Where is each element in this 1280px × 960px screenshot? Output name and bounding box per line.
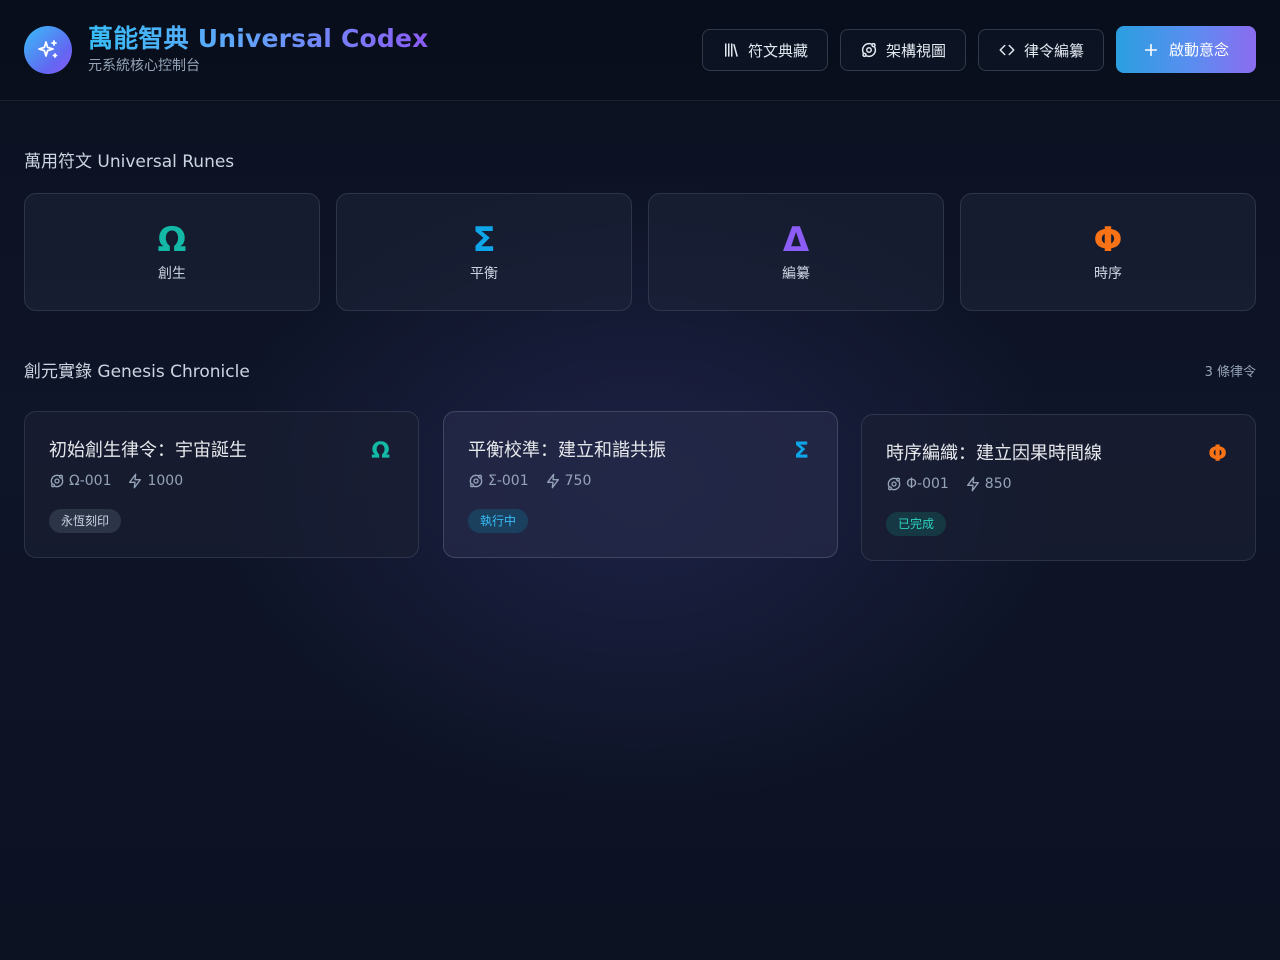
- law-compile-button[interactable]: 律令編纂: [978, 29, 1104, 71]
- rune-label: 平衡: [470, 266, 498, 282]
- phi-rune-icon: Φ: [1093, 220, 1123, 260]
- law-code-value: Σ-001: [488, 473, 529, 489]
- nav-label: 架構視圖: [885, 41, 946, 60]
- law-energy: 1000: [127, 473, 183, 489]
- app-subtitle: 元系統核心控制台: [88, 58, 200, 74]
- law-title: 平衡校準：建立和諧共振: [468, 440, 666, 461]
- lightning-icon: [546, 473, 559, 489]
- law-energy: 750: [545, 473, 592, 489]
- rune-card-compile[interactable]: Δ 編纂: [648, 193, 944, 311]
- lightning-icon: [129, 473, 142, 489]
- nav-label: 律令編纂: [1023, 41, 1084, 60]
- law-energy-value: 1000: [147, 473, 184, 489]
- nav-label: 符文典藏: [747, 41, 808, 60]
- law-title: 初始創生律令：宇宙誕生: [49, 440, 247, 461]
- architecture-view-button[interactable]: 架構視圖: [840, 29, 966, 71]
- primary-label: 啟動意念: [1168, 41, 1229, 59]
- rune-label: 編纂: [782, 266, 810, 282]
- activate-intent-button[interactable]: 啟動意念: [1116, 26, 1256, 73]
- lightning-icon: [966, 476, 979, 492]
- law-card[interactable]: 平衡校準：建立和諧共振 Σ Σ-001 750 執行中: [443, 411, 838, 558]
- law-code: Φ-001: [886, 476, 949, 492]
- orbit-icon: [469, 474, 483, 488]
- phi-glyph-icon: Φ: [1208, 442, 1227, 467]
- sigma-rune-icon: Σ: [472, 220, 496, 260]
- law-card[interactable]: 初始創生律令：宇宙誕生 Ω Ω-001 1000 永恆刻印: [24, 411, 419, 558]
- chronicle-section-title: 創元實錄 Genesis Chronicle: [24, 362, 250, 382]
- rune-card-creation[interactable]: Ω 創生: [24, 193, 320, 311]
- app-logo: [24, 26, 72, 74]
- status-badge: 已完成: [886, 512, 947, 536]
- rune-card-timeline[interactable]: Φ 時序: [960, 193, 1256, 311]
- law-code-value: Φ-001: [906, 476, 949, 492]
- law-code: Σ-001: [468, 473, 529, 489]
- sigma-glyph-icon: Σ: [793, 439, 809, 464]
- delta-rune-icon: Δ: [782, 220, 810, 260]
- orbit-icon: [50, 474, 64, 488]
- law-energy: 850: [965, 476, 1012, 492]
- law-meta: Σ-001 750: [468, 473, 607, 489]
- library-icon: [724, 43, 738, 57]
- law-code: Ω-001: [49, 473, 111, 489]
- law-meta: Ω-001 1000: [49, 473, 199, 489]
- law-count: 3 條律令: [1204, 365, 1256, 380]
- runes-section-title: 萬用符文 Universal Runes: [24, 152, 235, 172]
- orbit-icon: [861, 42, 877, 58]
- rune-label: 時序: [1094, 266, 1122, 282]
- status-badge: 永恆刻印: [49, 509, 122, 533]
- app-title: 萬能智典 Universal Codex: [88, 24, 429, 53]
- rune-card-balance[interactable]: Σ 平衡: [336, 193, 632, 311]
- law-energy-value: 850: [984, 476, 1012, 492]
- rune-label: 創生: [158, 266, 186, 282]
- plus-icon: [1144, 43, 1158, 56]
- law-card[interactable]: 時序編織：建立因果時間線 Φ Φ-001 850 已完成: [861, 414, 1256, 561]
- law-meta: Φ-001 850: [886, 476, 1028, 492]
- omega-rune-icon: Ω: [157, 220, 187, 260]
- law-title: 時序編織：建立因果時間線: [886, 443, 1102, 464]
- title-block: 萬能智典 Universal Codex 元系統核心控制台: [88, 24, 428, 75]
- code-icon: [999, 44, 1015, 56]
- law-energy-value: 750: [564, 473, 592, 489]
- orbit-icon: [887, 477, 901, 491]
- omega-glyph-icon: Ω: [371, 439, 390, 464]
- status-badge: 執行中: [468, 509, 529, 533]
- law-code-value: Ω-001: [69, 473, 112, 489]
- rune-library-button[interactable]: 符文典藏: [702, 29, 828, 71]
- app-header: 萬能智典 Universal Codex 元系統核心控制台 符文典藏 架構視圖 …: [0, 0, 1280, 101]
- sparkles-icon: [38, 40, 58, 58]
